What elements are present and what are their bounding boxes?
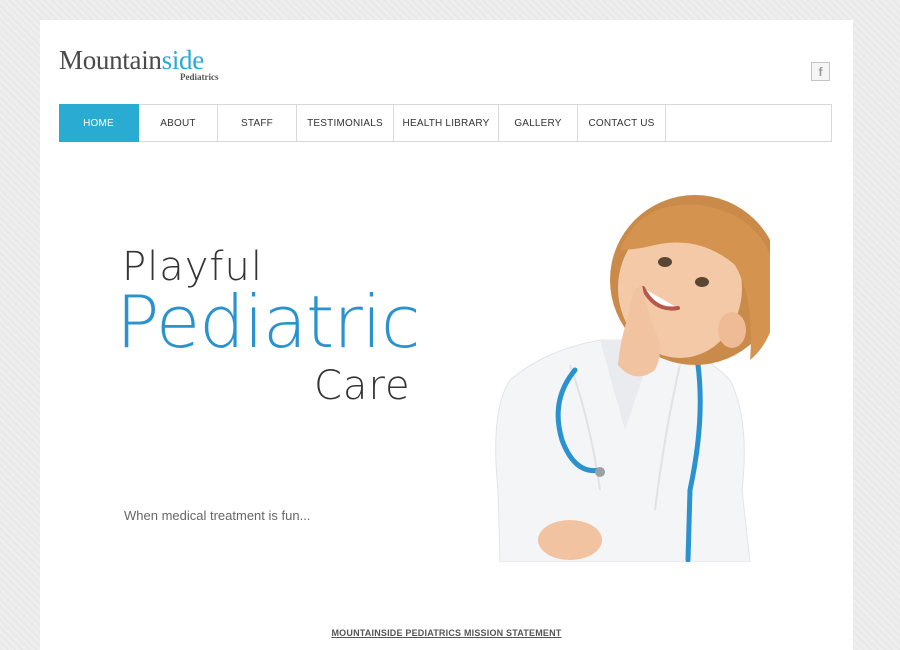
nav-item-health-library[interactable]: HEALTH LIBRARY	[394, 105, 499, 141]
site-logo[interactable]: Mountainside Pediatrics	[59, 46, 219, 82]
logo-wordmark: Mountainside	[59, 46, 204, 74]
hero-headline-pediatric: Pediatric	[116, 280, 420, 364]
nav-item-contact-us[interactable]: CONTACT US	[578, 105, 666, 141]
main-nav: HOME ABOUT STAFF TESTIMONIALS HEALTH LIB…	[59, 104, 832, 142]
nav-item-staff[interactable]: STAFF	[218, 105, 297, 141]
hero-headline-care: Care	[314, 363, 411, 409]
logo-subtitle: Pediatrics	[180, 72, 219, 82]
facebook-icon[interactable]: f	[811, 62, 830, 81]
hero-tagline: When medical treatment is fun...	[124, 508, 311, 523]
nav-item-testimonials[interactable]: TESTIMONIALS	[297, 105, 394, 141]
nav-item-gallery[interactable]: GALLERY	[499, 105, 578, 141]
logo-text-accent: side	[161, 45, 205, 75]
page-container: Mountainside Pediatrics f HOME ABOUT STA…	[40, 20, 853, 650]
nav-item-about[interactable]: ABOUT	[139, 105, 218, 141]
child-doctor-image	[495, 195, 770, 562]
mission-statement-link[interactable]: MOUNTAINSIDE PEDIATRICS MISSION STATEMEN…	[40, 628, 853, 638]
logo-text-prefix: Mountain	[59, 45, 162, 75]
nav-item-home[interactable]: HOME	[59, 104, 139, 142]
